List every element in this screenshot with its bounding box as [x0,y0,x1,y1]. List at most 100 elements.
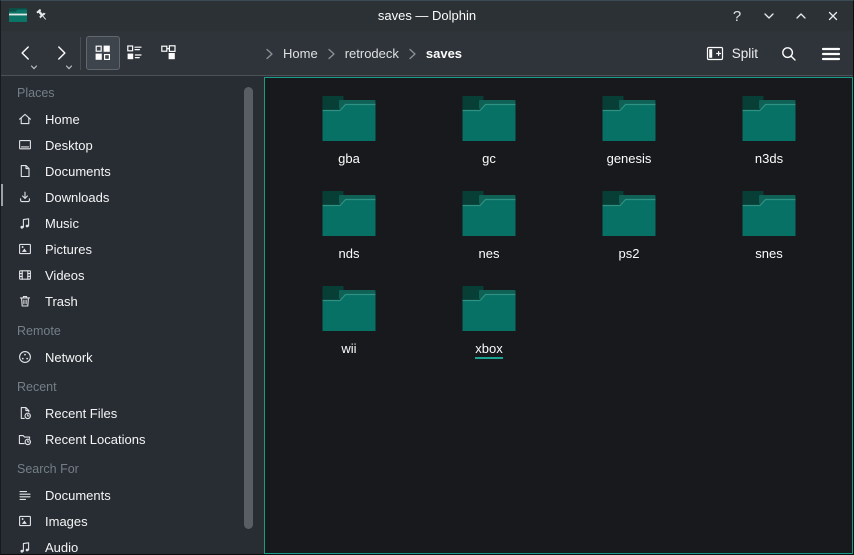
toolbar: Home retrodeck saves Split [1,31,853,76]
breadcrumb: Home retrodeck saves [265,31,462,76]
sidebar-item-documents[interactable]: Documents [1,158,264,184]
sidebar-item-downloads[interactable]: Downloads [1,184,264,210]
sidebar-item-videos[interactable]: Videos [1,262,264,288]
folder-item-label: gc [482,151,496,166]
back-history-caret[interactable] [30,58,38,64]
folder-item-nes[interactable]: nes [419,189,559,284]
folder-item-nds[interactable]: nds [279,189,419,284]
minimize-button[interactable] [757,4,781,28]
close-icon [825,8,841,24]
search-button[interactable] [779,44,799,64]
sidebar-item-images[interactable]: Images [1,508,264,534]
home-icon [17,111,33,127]
folder-item-ps2[interactable]: ps2 [559,189,699,284]
text-lines-icon [17,487,33,503]
sidebar-item-label: Home [45,112,80,127]
chevron-right-icon [327,48,336,60]
chevron-right-icon [265,48,274,60]
sidebar-item-label: Pictures [45,242,92,257]
sidebar-item-recent-files[interactable]: Recent Files [1,400,264,426]
folder-item-genesis[interactable]: genesis [559,94,699,189]
sidebar-item-home[interactable]: Home [1,106,264,132]
folder-icon [321,284,377,332]
chevron-down-icon [761,8,777,24]
folder-item-gba[interactable]: gba [279,94,419,189]
sidebar-item-trash[interactable]: Trash [1,288,264,314]
document-icon [17,163,33,179]
split-button[interactable]: Split [705,44,758,63]
picture-icon [17,241,33,257]
folder-item-label: gba [338,151,360,166]
sidebar-item-recent-locations[interactable]: Recent Locations [1,426,264,452]
download-icon [17,189,33,205]
folder-item-label: nds [339,246,360,261]
breadcrumb-item-home[interactable]: Home [283,46,318,61]
sidebar-item-desktop[interactable]: Desktop [1,132,264,158]
split-button-label: Split [732,46,758,61]
breadcrumb-item-saves[interactable]: saves [426,46,462,61]
sidebar-item-label: Recent Files [45,406,117,421]
sidebar-item-label: Documents [45,164,111,179]
maximize-button[interactable] [789,4,813,28]
chevron-up-icon [793,8,809,24]
network-icon [17,349,33,365]
folder-item-label: genesis [607,151,652,166]
sidebar-item-label: Recent Locations [45,432,145,447]
folder-view[interactable]: gba gc genesis n3ds nds nes ps2 snes wii xbox [264,77,853,554]
sidebar-item-label: Images [45,514,88,529]
folder-item-label: wii [341,341,356,356]
close-button[interactable] [821,4,845,28]
split-view-icon [705,44,725,63]
sidebar-item-documents[interactable]: Documents [1,482,264,508]
desktop-icon [17,137,33,153]
sidebar-item-network[interactable]: Network [1,344,264,370]
chevron-down-icon [30,65,38,71]
folder-item-snes[interactable]: snes [699,189,839,284]
sidebar-section-recent: Recent [1,374,264,400]
folder-icon [741,94,797,142]
icons-view-button[interactable] [86,36,120,70]
sidebar-scrollbar[interactable] [244,87,253,529]
sidebar-item-label: Network [45,350,93,365]
sidebar-item-pictures[interactable]: Pictures [1,236,264,262]
places-panel: PlacesHomeDesktopDocumentsDownloadsMusic… [1,77,264,554]
folder-icon [601,94,657,142]
details-view-icon [125,43,145,63]
toolbar-separator [80,37,81,70]
folder-item-gc[interactable]: gc [419,94,559,189]
picture-icon [17,513,33,529]
music-icon [17,539,33,554]
sidebar-item-label: Downloads [45,190,109,205]
folder-item-label: n3ds [755,151,783,166]
help-button[interactable]: ? [725,4,749,28]
chevron-down-icon [65,65,73,71]
sidebar-item-label: Trash [45,294,78,309]
breadcrumb-item-retrodeck[interactable]: retrodeck [345,46,399,61]
titlebar[interactable]: saves — Dolphin ? [1,1,853,31]
folder-item-label: nes [479,246,500,261]
hamburger-icon [820,44,842,64]
details-view-button[interactable] [118,36,152,70]
search-icon [779,44,799,64]
folder-grid: gba gc genesis n3ds nds nes ps2 snes wii xbox [265,78,852,379]
folder-icon [461,94,517,142]
chevron-right-icon [408,48,417,60]
tree-view-button[interactable] [152,36,186,70]
menu-button[interactable] [820,44,842,64]
folder-icon [461,189,517,237]
tree-view-icon [159,43,179,63]
dolphin-window: saves — Dolphin ? [0,0,854,555]
sidebar-item-label: Music [45,216,79,231]
folder-icon [321,189,377,237]
sidebar-section-search-for: Search For [1,456,264,482]
folder-icon [741,189,797,237]
sidebar-item-audio[interactable]: Audio [1,534,264,554]
folder-item-label: snes [755,246,782,261]
folder-item-xbox[interactable]: xbox [419,284,559,379]
folder-item-wii[interactable]: wii [279,284,419,379]
sidebar-item-music[interactable]: Music [1,210,264,236]
folder-item-n3ds[interactable]: n3ds [699,94,839,189]
sidebar-item-label: Documents [45,488,111,503]
forward-history-caret[interactable] [65,58,73,64]
sidebar-item-label: Desktop [45,138,93,153]
